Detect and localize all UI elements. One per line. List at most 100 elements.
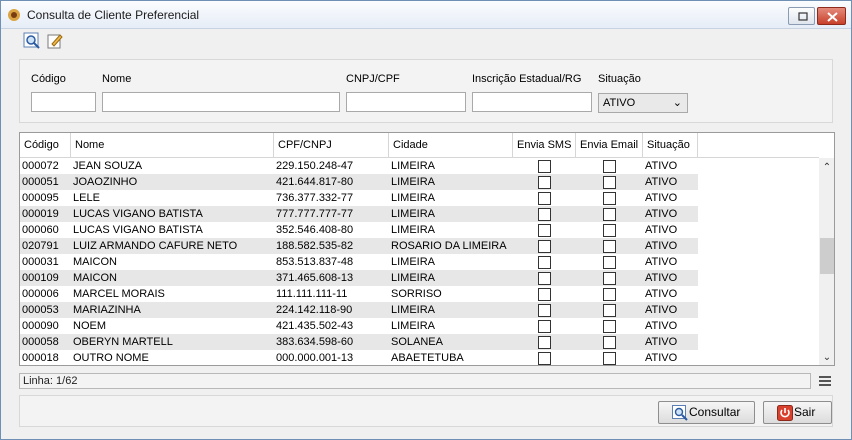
cell-cpf: 352.546.408-80 [276,224,354,236]
cell-envia-sms-checkbox[interactable] [538,240,551,253]
table-row[interactable]: 000095 LELE 736.377.332-77 LIMEIRA ATIVO [20,190,698,206]
col-envia-email[interactable]: Envia Email [576,133,643,158]
cell-nome: LUCAS VIGANO BATISTA [73,208,203,220]
grid-header: Código Nome CPF/CNPJ Cidade Envia SMS En… [20,133,819,158]
cell-situacao: ATIVO [645,240,678,252]
cell-codigo: 000031 [22,256,59,268]
col-cpf[interactable]: CPF/CNPJ [274,133,389,158]
cell-cidade: LIMEIRA [391,192,436,204]
cell-situacao: ATIVO [645,304,678,316]
cnpj-input[interactable] [346,92,466,112]
cell-cidade: LIMEIRA [391,320,436,332]
cell-situacao: ATIVO [645,272,678,284]
cell-envia-email-checkbox[interactable] [603,256,616,269]
cell-envia-sms-checkbox[interactable] [538,304,551,317]
cell-nome: JOAOZINHO [73,176,138,188]
table-row[interactable]: 000109 MAICON 371.465.608-13 LIMEIRA ATIVO [20,270,698,286]
table-row[interactable]: 000031 MAICON 853.513.837-48 LIMEIRA ATIVO [20,254,698,270]
cell-cidade: ABAETETUBA [391,352,464,364]
close-button[interactable] [817,7,846,25]
cell-cpf: 853.513.837-48 [276,256,354,268]
cell-envia-sms-checkbox[interactable] [538,160,551,173]
cell-envia-email-checkbox[interactable] [603,288,616,301]
cell-envia-email-checkbox[interactable] [603,336,616,349]
col-situacao[interactable]: Situação [643,133,698,158]
table-row[interactable]: 000058 OBERYN MARTELL 383.634.598-60 SOLANE… [20,334,698,350]
cell-situacao: ATIVO [645,160,678,172]
cell-envia-sms-checkbox[interactable] [538,272,551,285]
cell-envia-sms-checkbox[interactable] [538,192,551,205]
cell-envia-sms-checkbox[interactable] [538,352,551,365]
cell-envia-sms-checkbox[interactable] [538,208,551,221]
menu-icon[interactable] [818,375,832,387]
cell-envia-email-checkbox[interactable] [603,208,616,221]
cell-cpf: 188.582.535-82 [276,240,354,252]
cell-envia-sms-checkbox[interactable] [538,320,551,333]
search-icon[interactable] [23,32,41,50]
table-row[interactable]: 000006 MARCEL MORAIS 111.111.111-11 SORRISO… [20,286,698,302]
situacao-select[interactable]: ATIVO ⌄ [598,93,688,113]
table-row[interactable]: 000018 OUTRO NOME 000.000.001-13 ABAETETUBA… [20,350,698,365]
table-row[interactable]: 000053 MARIAZINHA 224.142.118-90 LIMEIRA ATI… [20,302,698,318]
col-envia-sms[interactable]: Envia SMS [513,133,576,158]
cell-cidade: LIMEIRA [391,176,436,188]
cell-envia-email-checkbox[interactable] [603,320,616,333]
cell-cidade: LIMEIRA [391,160,436,172]
col-nome[interactable]: Nome [71,133,274,158]
button-panel: Consultar Sair [19,395,833,427]
cell-nome: MAICON [73,256,117,268]
edit-icon[interactable] [46,32,64,50]
cell-envia-email-checkbox[interactable] [603,304,616,317]
col-cidade[interactable]: Cidade [389,133,513,158]
main-window: Consulta de Cliente Preferencial Código … [0,0,852,440]
table-row[interactable]: 000090 NOEM 421.435.502-43 LIMEIRA ATIVO [20,318,698,334]
cell-envia-email-checkbox[interactable] [603,240,616,253]
table-row[interactable]: 000072 JEAN SOUZA 229.150.248-47 LIMEIRA ATI… [20,158,698,174]
cell-codigo: 000060 [22,224,59,236]
cell-envia-email-checkbox[interactable] [603,224,616,237]
table-row[interactable]: 000019 LUCAS VIGANO BATISTA 777.777.777-77… [20,206,698,222]
ie-input[interactable] [472,92,592,112]
cell-envia-sms-checkbox[interactable] [538,336,551,349]
window-title: Consulta de Cliente Preferencial [27,8,200,22]
cell-codigo: 020791 [22,240,59,252]
nome-input[interactable] [102,92,340,112]
cell-cpf: 736.377.332-77 [276,192,354,204]
cell-codigo: 000019 [22,208,59,220]
cell-situacao: ATIVO [645,176,678,188]
cell-cpf: 224.142.118-90 [276,304,353,316]
cell-envia-email-checkbox[interactable] [603,176,616,189]
cell-envia-sms-checkbox[interactable] [538,176,551,189]
consultar-button[interactable]: Consultar [658,401,755,424]
cell-envia-sms-checkbox[interactable] [538,256,551,269]
cell-codigo: 000006 [22,288,59,300]
cell-cidade: SOLANEA [391,336,443,348]
codigo-input[interactable] [31,92,96,112]
cell-envia-sms-checkbox[interactable] [538,288,551,301]
table-row[interactable]: 000060 LUCAS VIGANO BATISTA 352.546.408-80… [20,222,698,238]
col-codigo[interactable]: Código [20,133,71,158]
cell-cpf: 000.000.001-13 [276,352,354,364]
cell-situacao: ATIVO [645,192,678,204]
table-row[interactable]: 020791 LUIZ ARMANDO CAFURE NETO 188.582.53… [20,238,698,254]
cell-envia-email-checkbox[interactable] [603,272,616,285]
scroll-thumb[interactable] [820,238,834,274]
cell-nome: LUIZ ARMANDO CAFURE NETO [73,240,238,252]
cell-cpf: 421.644.817-80 [276,176,354,188]
scroll-up-icon[interactable]: ⌃ [819,160,834,176]
cell-envia-sms-checkbox[interactable] [538,224,551,237]
cell-cpf: 383.634.598-60 [276,336,354,348]
situacao-value: ATIVO [603,97,636,109]
sair-button[interactable]: Sair [763,401,832,424]
cell-situacao: ATIVO [645,352,678,364]
cell-envia-email-checkbox[interactable] [603,192,616,205]
cell-envia-email-checkbox[interactable] [603,160,616,173]
vertical-scrollbar[interactable]: ⌃ ⌄ [819,158,834,365]
table-row[interactable]: 000051 JOAOZINHO 421.644.817-80 LIMEIRA ATIV… [20,174,698,190]
cell-codigo: 000058 [22,336,59,348]
scroll-down-icon[interactable]: ⌄ [819,350,834,365]
cell-envia-email-checkbox[interactable] [603,352,616,365]
cell-cpf: 371.465.608-13 [276,272,354,284]
restore-button[interactable] [788,7,815,25]
cell-situacao: ATIVO [645,288,678,300]
